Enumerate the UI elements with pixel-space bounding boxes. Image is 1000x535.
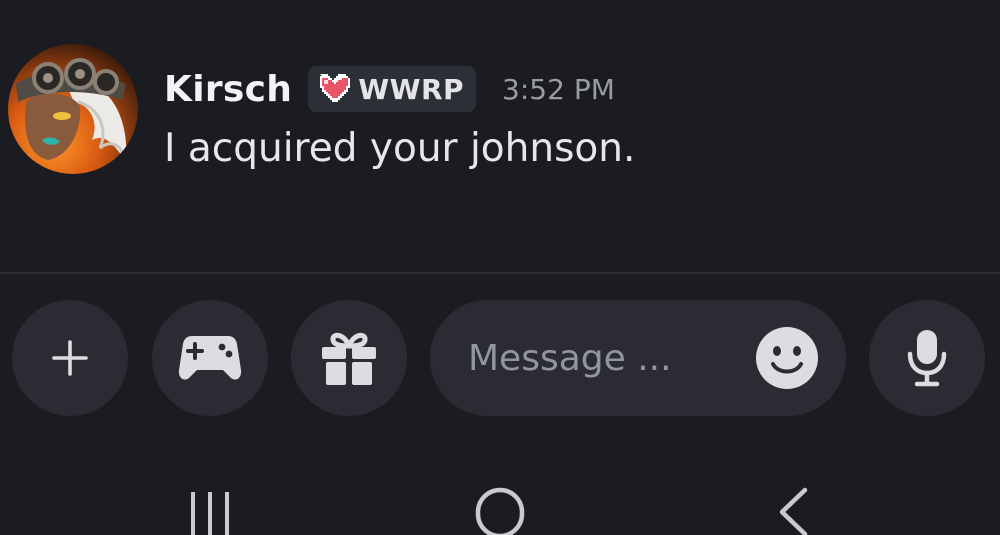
voice-message-button[interactable] (869, 300, 985, 416)
server-tag[interactable]: WWRP (308, 66, 477, 112)
message-content: I acquired your johnson. (164, 126, 636, 171)
recents-button[interactable] (170, 478, 250, 535)
microphone-icon (907, 330, 947, 387)
gift-button[interactable] (291, 300, 407, 416)
home-button[interactable] (460, 478, 540, 535)
back-button[interactable] (752, 478, 832, 535)
gamepad-icon (178, 336, 242, 380)
server-tag-label: WWRP (358, 72, 465, 106)
message-item[interactable]: Kirsch WWRP 3:52 PM I acquired your john… (0, 0, 1000, 272)
emoji-icon[interactable] (756, 327, 818, 389)
recents-icon (191, 492, 229, 535)
pixel-heart-icon (320, 74, 351, 102)
add-attachment-button[interactable] (12, 300, 128, 416)
composer-divider (0, 272, 1000, 274)
author-name[interactable]: Kirsch (164, 69, 292, 110)
message-input[interactable] (468, 328, 738, 388)
avatar[interactable] (8, 44, 138, 174)
home-icon (475, 487, 525, 535)
message-header: Kirsch WWRP 3:52 PM (164, 64, 615, 114)
gift-icon (322, 332, 376, 385)
chat-screen: Kirsch WWRP 3:52 PM I acquired your john… (0, 0, 1000, 535)
message-timestamp: 3:52 PM (502, 72, 615, 106)
message-composer[interactable] (430, 300, 846, 416)
back-icon (779, 487, 808, 535)
activities-button[interactable] (152, 300, 268, 416)
plus-icon (52, 340, 88, 376)
